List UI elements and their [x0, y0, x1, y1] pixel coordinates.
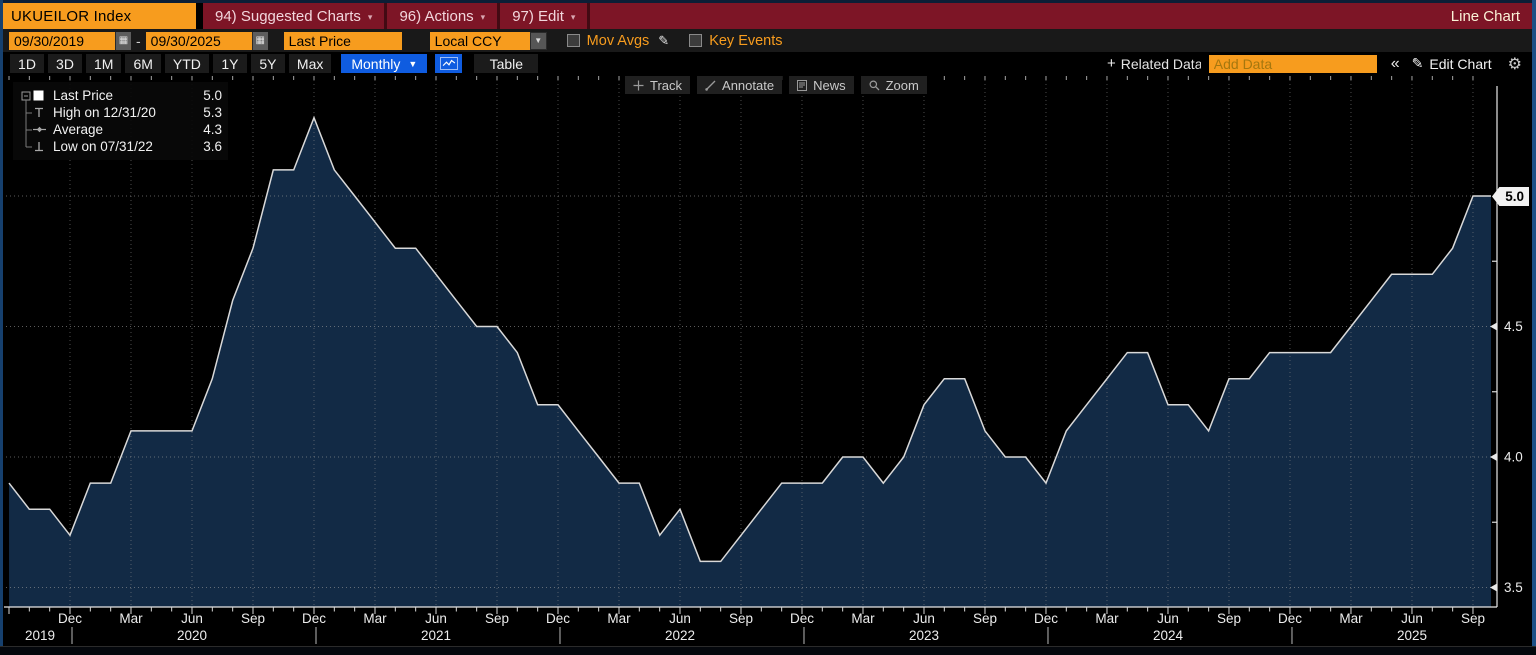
ytick-label: 4.5 — [1504, 319, 1523, 334]
quarter-label: Mar — [607, 611, 631, 626]
quarter-label: Mar — [1095, 611, 1119, 626]
quarter-label: Dec — [790, 611, 814, 626]
legend-row-last-price[interactable]: Last Price 5.0 — [17, 87, 222, 104]
quarter-label: Sep — [729, 611, 753, 626]
series-swatch-icon — [33, 90, 53, 101]
annotate-label: Annotate — [722, 77, 775, 93]
zoom-button[interactable]: Zoom — [860, 76, 927, 94]
year-label: 2021 — [421, 628, 451, 643]
legend-row-high[interactable]: High on 12/31/20 5.3 — [17, 104, 222, 121]
quarter-label: Sep — [1217, 611, 1241, 626]
quarter-label: Sep — [973, 611, 997, 626]
quarter-label: Dec — [302, 611, 326, 626]
year-label: 2022 — [665, 628, 695, 643]
ytick-arrow — [1490, 583, 1497, 592]
year-label: 2023 — [909, 628, 939, 643]
ytick-arrow — [1490, 322, 1497, 331]
bottom-panel-strip — [0, 646, 1536, 655]
quarter-label: Sep — [485, 611, 509, 626]
crosshair-icon — [633, 80, 644, 90]
zoom-label: Zoom — [885, 77, 919, 93]
ytick-label: 3.5 — [1504, 580, 1523, 595]
quarter-label: Sep — [1461, 611, 1485, 626]
quarter-label: Mar — [851, 611, 875, 626]
legend-label: Average — [53, 122, 104, 137]
chart-plot-area[interactable]: 3.5 4.0 4.5 Dec Mar Jun Sep Dec Mar Jun Sep Dec Mar J… — [0, 0, 1536, 655]
area-fill — [9, 117, 1491, 607]
quarter-label: Jun — [181, 611, 203, 626]
quarter-label: Dec — [58, 611, 82, 626]
quarter-label: Mar — [1339, 611, 1363, 626]
quarter-label: Dec — [1034, 611, 1058, 626]
legend-value: 5.3 — [203, 105, 222, 120]
last-price-flag: 5.0 — [1492, 187, 1529, 206]
year-label: 2025 — [1397, 628, 1427, 643]
legend-row-low[interactable]: Low on 07/31/22 3.6 — [17, 138, 222, 155]
legend-value: 4.3 — [203, 122, 222, 137]
year-label: 2024 — [1153, 628, 1184, 643]
annotate-line-icon — [705, 80, 716, 91]
magnifier-icon — [869, 80, 880, 90]
quarter-label: Jun — [425, 611, 447, 626]
legend-tree-connector — [21, 91, 32, 148]
high-marker-icon — [33, 107, 53, 118]
news-button[interactable]: News — [789, 76, 854, 94]
legend-value: 3.6 — [203, 139, 222, 154]
track-button[interactable]: Track — [625, 76, 691, 94]
track-label: Track — [650, 77, 683, 93]
year-label: 2019 — [25, 628, 55, 643]
terminal-chart-window: 3.5 4.0 4.5 Dec Mar Jun Sep Dec Mar Jun Sep Dec Mar J… — [0, 0, 1536, 655]
chart-tools: Track Annotate News Zoom — [625, 76, 927, 94]
quarter-label: Jun — [1401, 611, 1423, 626]
chart-legend: Last Price 5.0 High on 12/31/20 5.3 Aver… — [13, 82, 228, 160]
quarter-label: Jun — [913, 611, 935, 626]
quarter-label: Dec — [1278, 611, 1302, 626]
news-label: News — [813, 77, 846, 93]
legend-row-average[interactable]: Average 4.3 — [17, 121, 222, 138]
ytick-arrow — [1490, 453, 1497, 461]
quarter-label: Jun — [669, 611, 691, 626]
quarter-label: Mar — [119, 611, 143, 626]
quarter-label: Jun — [1157, 611, 1179, 626]
quarter-label: Mar — [363, 611, 387, 626]
low-marker-icon — [33, 141, 53, 152]
news-page-icon — [797, 79, 808, 91]
quarter-label: Dec — [546, 611, 570, 626]
legend-label: High on 12/31/20 — [53, 105, 156, 120]
ytick-label: 4.0 — [1504, 450, 1523, 465]
year-label: 2020 — [177, 628, 207, 643]
legend-value: 5.0 — [203, 88, 222, 103]
legend-label: Low on 07/31/22 — [53, 139, 153, 154]
average-marker-icon — [33, 124, 53, 135]
annotate-button[interactable]: Annotate — [697, 76, 783, 94]
legend-label: Last Price — [53, 88, 114, 103]
quarter-label: Sep — [241, 611, 265, 626]
